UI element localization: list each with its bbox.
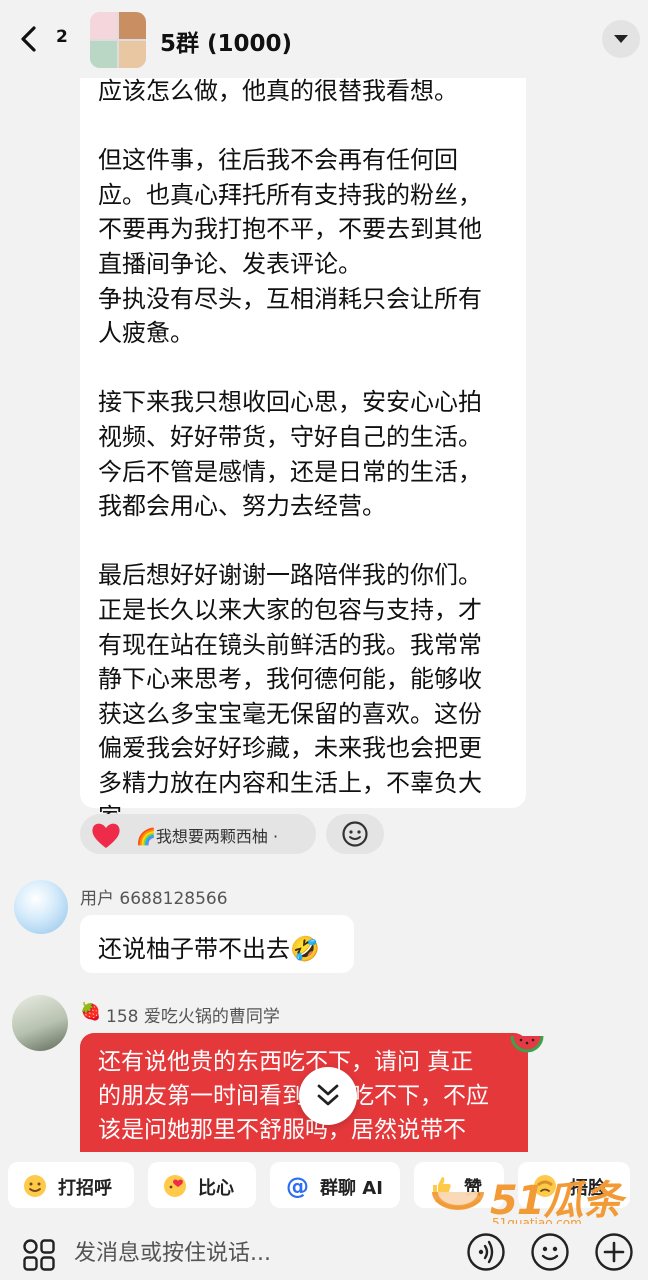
sender-badge: 🍓 [80,1002,102,1022]
chat-header: 2 5群 (1000) [0,0,648,78]
apps-grid-icon[interactable] [22,1238,56,1272]
voice-icon[interactable] [466,1232,506,1272]
member-avatar [90,41,117,68]
message-input[interactable] [74,1236,454,1270]
double-chevron-down-icon [317,1084,339,1106]
emoji-icon[interactable] [530,1232,570,1272]
sender-name: 158 爱吃火锅的曹同学 [106,1007,280,1027]
watermelon-icon [510,1035,544,1053]
quick-action-greet[interactable]: 打招呼 [8,1162,134,1208]
chip-label: 打招呼 [58,1178,112,1199]
sender-name: 用户 6688128566 [80,889,228,909]
chip-label: 群聊 AI [320,1178,383,1199]
avatar[interactable] [12,995,68,1051]
member-avatar [119,12,146,39]
svg-text:@: @ [286,1174,309,1199]
heart-hand-emoji-icon [164,1175,186,1197]
quick-action-heart-hands[interactable]: 比心 [148,1162,256,1208]
message-bubble-long[interactable]: 应该怎么做，他真的很替我看想。 但这件事，往后我不会再有任何回 应。也真心拜托所… [80,40,526,831]
group-title[interactable]: 5群 (1000) [160,24,292,58]
caret-down-icon [614,35,628,43]
message-text: 应该怎么做，他真的很替我看想。 但这件事，往后我不会再有任何回 应。也真心拜托所… [98,77,482,831]
wave-emoji-icon [24,1175,46,1197]
group-avatar[interactable] [90,12,146,68]
scroll-to-bottom-button[interactable] [299,1067,357,1125]
add-reaction-button[interactable] [326,814,384,854]
input-bar [0,1224,648,1280]
message-text: 还说柚子带不出去🤣 [98,935,320,963]
more-options-button[interactable] [602,20,640,58]
chip-label: 比心 [198,1178,234,1199]
plus-icon[interactable] [594,1232,634,1272]
avatar[interactable] [14,880,68,934]
reaction-text: 🌈我想要两颗西柚 · [136,827,279,846]
quick-action-group-ai[interactable]: @ 群聊 AI [270,1162,400,1208]
member-avatar [119,41,146,68]
at-icon: @ [286,1174,309,1199]
member-avatar [90,12,117,39]
message-bubble[interactable]: 还说柚子带不出去🤣 [80,915,354,973]
watermelon-slice-logo-icon [432,1192,484,1210]
brand-watermark: 51瓜条 51guatiao.com [428,1168,648,1230]
smiley-icon [342,821,368,847]
heart-icon [92,823,120,848]
unread-count: 2 [56,27,68,47]
back-arrow-icon[interactable] [14,22,44,56]
reaction-pill[interactable]: 🌈我想要两颗西柚 · [80,814,316,854]
